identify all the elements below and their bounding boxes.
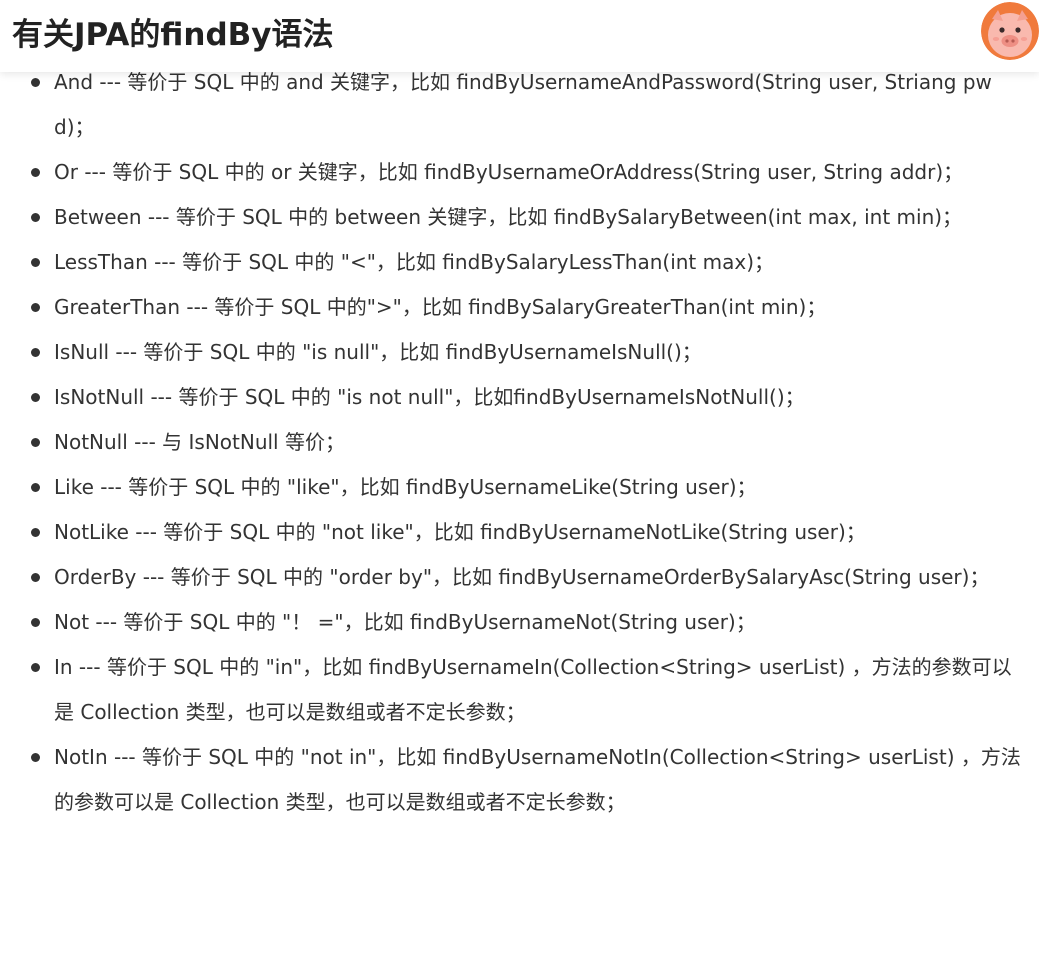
list-item-text: IsNull --- 等价于 SQL 中的 "is null"，比如 findB… <box>54 340 702 364</box>
bullet-icon <box>31 168 40 177</box>
list-item-text: NotNull --- 与 IsNotNull 等价； <box>54 430 345 454</box>
bullet-icon <box>31 213 40 222</box>
list-item: And --- 等价于 SQL 中的 and 关键字，比如 findByUser… <box>0 60 1039 150</box>
bullet-icon <box>31 393 40 402</box>
list-item: NotIn --- 等价于 SQL 中的 "not in"，比如 findByU… <box>0 735 1039 825</box>
list-item-text: And --- 等价于 SQL 中的 and 关键字，比如 findByUser… <box>54 70 992 139</box>
bullet-icon <box>31 303 40 312</box>
bullet-icon <box>31 618 40 627</box>
list-item: GreaterThan --- 等价于 SQL 中的">"，比如 findByS… <box>0 285 1039 330</box>
bullet-icon <box>31 483 40 492</box>
bullet-icon <box>31 753 40 762</box>
list-item: Like --- 等价于 SQL 中的 "like"，比如 findByUser… <box>0 465 1039 510</box>
bullet-icon <box>31 573 40 582</box>
list-item: IsNull --- 等价于 SQL 中的 "is null"，比如 findB… <box>0 330 1039 375</box>
bullet-icon <box>31 78 40 87</box>
findby-syntax-list: And --- 等价于 SQL 中的 and 关键字，比如 findByUser… <box>0 60 1039 825</box>
list-item-text: NotLike --- 等价于 SQL 中的 "not like"，比如 fin… <box>54 520 866 544</box>
list-item-text: In --- 等价于 SQL 中的 "in"，比如 findByUsername… <box>54 655 1012 724</box>
page-header: 有关JPA的findBy语法 <box>0 0 1039 72</box>
list-item: Or --- 等价于 SQL 中的 or 关键字，比如 findByUserna… <box>0 150 1039 195</box>
list-item: Not --- 等价于 SQL 中的 "！ ="，比如 findByUserna… <box>0 600 1039 645</box>
list-item: OrderBy --- 等价于 SQL 中的 "order by"，比如 fin… <box>0 555 1039 600</box>
bullet-icon <box>31 348 40 357</box>
bullet-icon <box>31 663 40 672</box>
page-title: 有关JPA的findBy语法 <box>12 17 334 53</box>
list-item-text: IsNotNull --- 等价于 SQL 中的 "is not null"，比… <box>54 385 805 409</box>
pig-avatar-icon <box>981 2 1039 60</box>
list-item: IsNotNull --- 等价于 SQL 中的 "is not null"，比… <box>0 375 1039 420</box>
bullet-icon <box>31 438 40 447</box>
bullet-icon <box>31 528 40 537</box>
list-item-text: NotIn --- 等价于 SQL 中的 "not in"，比如 findByU… <box>54 745 1021 814</box>
list-item: LessThan --- 等价于 SQL 中的 "<"，比如 findBySal… <box>0 240 1039 285</box>
list-item: In --- 等价于 SQL 中的 "in"，比如 findByUsername… <box>0 645 1039 735</box>
list-item-text: GreaterThan --- 等价于 SQL 中的">"，比如 findByS… <box>54 295 827 319</box>
list-item-text: Not --- 等价于 SQL 中的 "！ ="，比如 findByUserna… <box>54 610 756 634</box>
list-item-text: Or --- 等价于 SQL 中的 or 关键字，比如 findByUserna… <box>54 160 964 184</box>
list-item: NotNull --- 与 IsNotNull 等价； <box>0 420 1039 465</box>
list-item-text: Like --- 等价于 SQL 中的 "like"，比如 findByUser… <box>54 475 757 499</box>
list-item: NotLike --- 等价于 SQL 中的 "not like"，比如 fin… <box>0 510 1039 555</box>
list-item: Between --- 等价于 SQL 中的 between 关键字，比如 fi… <box>0 195 1039 240</box>
list-item-text: OrderBy --- 等价于 SQL 中的 "order by"，比如 fin… <box>54 565 990 589</box>
bullet-icon <box>31 258 40 267</box>
avatar[interactable] <box>981 2 1039 60</box>
list-item-text: LessThan --- 等价于 SQL 中的 "<"，比如 findBySal… <box>54 250 775 274</box>
list-item-text: Between --- 等价于 SQL 中的 between 关键字，比如 fi… <box>54 205 963 229</box>
